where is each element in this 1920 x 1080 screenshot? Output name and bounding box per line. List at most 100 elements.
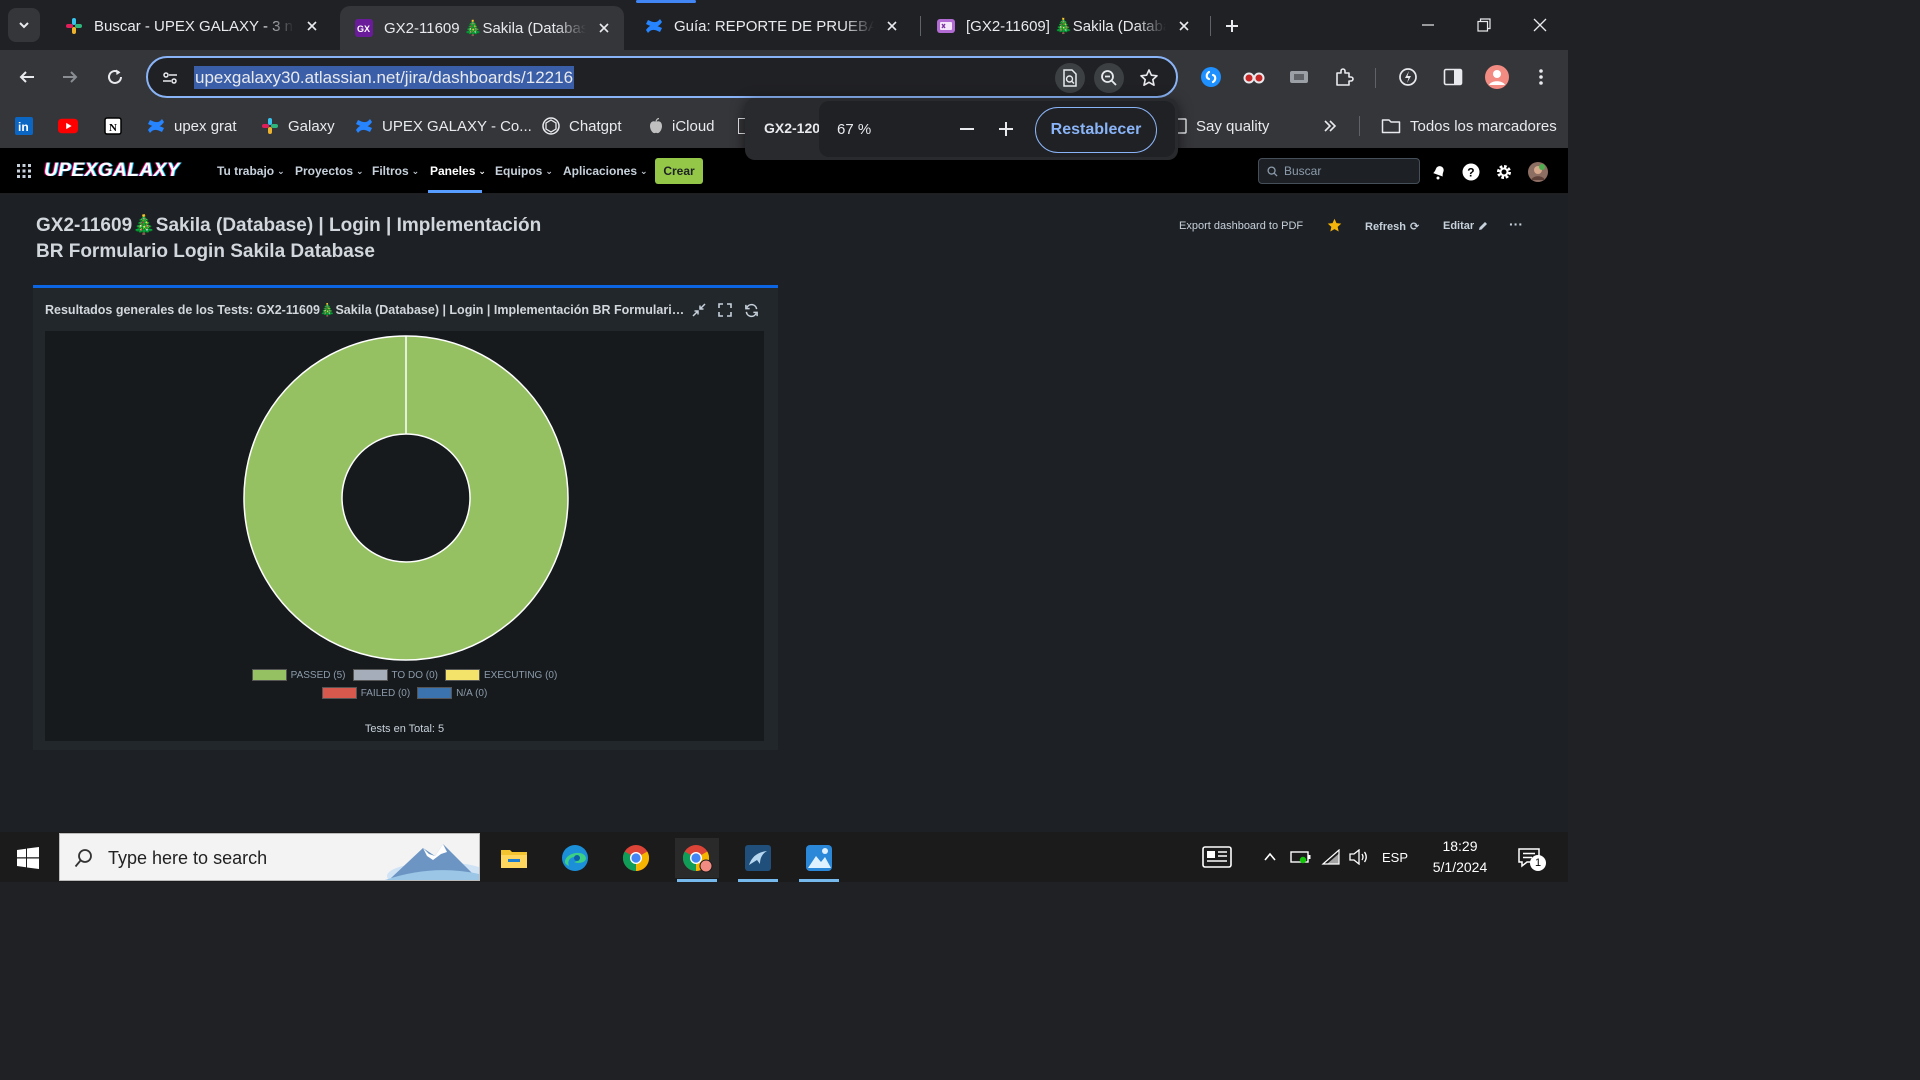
performance-button[interactable] (1392, 61, 1424, 93)
minimize-button[interactable] (1408, 8, 1448, 42)
bookmark-galaxy[interactable]: Galaxy (260, 112, 335, 140)
close-tab-icon[interactable] (882, 16, 902, 36)
close-tab-icon[interactable] (302, 16, 322, 36)
chrome-icon (622, 845, 650, 872)
bookmark-label: UPEX GALAXY - Co... (382, 117, 532, 135)
chrome-button[interactable] (614, 838, 658, 878)
nav-proyectos[interactable]: Proyectos ⌄ (295, 164, 364, 178)
edit-button[interactable]: Editar (1443, 220, 1488, 232)
back-button[interactable] (11, 61, 43, 93)
legend-item-to-do[interactable]: TO DO (0) (352, 669, 438, 681)
close-tab-icon[interactable] (594, 18, 614, 38)
legend-item-n-a[interactable]: N/A (0) (417, 687, 487, 699)
chrome-menu-button[interactable] (1525, 61, 1557, 93)
settings-button[interactable] (1494, 162, 1514, 182)
more-bookmarks-button[interactable] (1322, 112, 1338, 140)
chevron-double-right-icon (1324, 120, 1337, 132)
tab-xray[interactable]: [GX2-11609] 🎄Sakila (Database) (922, 6, 1204, 46)
nav-tu-trabajo[interactable]: Tu trabajo ⌄ (217, 164, 285, 178)
taskbar-search-input[interactable]: Type here to search (59, 833, 480, 881)
address-bar[interactable]: upexgalaxy30.atlassian.net/jira/dashboar… (146, 56, 1178, 98)
close-tab-icon[interactable] (1174, 16, 1194, 36)
restore-button[interactable] (1464, 8, 1504, 42)
bookmark-upex-grat[interactable]: upex grat (146, 112, 237, 140)
tab-confluence[interactable]: Guía: REPORTE DE PRUEBAS (Jira) (630, 6, 912, 46)
legend-label: TO DO (0) (391, 669, 438, 681)
refresh-button[interactable]: Refresh ⟳ (1365, 220, 1420, 234)
arrow-left-icon (19, 71, 34, 83)
tab-slack[interactable]: Buscar - UPEX GALAXY - 3 nuevos elemento… (50, 6, 332, 46)
export-pdf-button[interactable]: Export dashboard to PDF (1179, 220, 1303, 232)
all-bookmarks-folder[interactable]: Todos los marcadores (1380, 112, 1557, 140)
bookmark-say-quality[interactable]: Say quality (1172, 112, 1269, 140)
jira-search-input[interactable]: Buscar (1258, 158, 1420, 184)
legend-item-executing[interactable]: EXECUTING (0) (444, 669, 557, 681)
legend-item-passed[interactable]: PASSED (5) (251, 669, 346, 681)
file-explorer-button[interactable] (492, 838, 536, 878)
bookmark-upex-galaxy[interactable]: UPEX GALAXY - Co... (354, 112, 532, 140)
chevron-down-icon: ⌄ (640, 165, 648, 176)
nav-paneles[interactable]: Paneles ⌄ (430, 164, 486, 178)
nav-selected-indicator (428, 190, 482, 193)
language-indicator[interactable]: ESP (1380, 846, 1410, 868)
side-panel-button[interactable] (1437, 61, 1469, 93)
photos-button[interactable] (797, 838, 841, 882)
zoom-reset-button[interactable]: Restablecer (1035, 107, 1157, 153)
show-hidden-icons-button[interactable] (1260, 846, 1280, 868)
wifi-status[interactable] (1318, 846, 1344, 868)
svg-text:in: in (18, 120, 29, 134)
legend-label: PASSED (5) (290, 669, 346, 681)
volume-button[interactable] (1346, 846, 1370, 868)
extensions-button[interactable] (1328, 61, 1360, 93)
app-switcher-icon[interactable] (16, 163, 32, 179)
new-tab-button[interactable] (1218, 12, 1246, 40)
help-button[interactable]: ? (1461, 162, 1481, 182)
notifications-button[interactable] (1429, 162, 1449, 182)
nav-filtros[interactable]: Filtros ⌄ (372, 164, 419, 178)
donut-chart (243, 335, 569, 661)
bookmark-star-button[interactable] (1134, 63, 1164, 93)
close-window-button[interactable] (1520, 8, 1560, 42)
cast-extension[interactable] (1283, 61, 1315, 93)
system-clock[interactable]: 18:29 5/1/2024 (1424, 836, 1496, 878)
nav-equipos[interactable]: Equipos ⌄ (495, 164, 553, 178)
news-widget-button[interactable] (1200, 846, 1234, 868)
zoom-out-button[interactable] (952, 114, 982, 144)
confluence-icon (644, 16, 664, 36)
more-actions-button[interactable]: ··· (1509, 216, 1523, 232)
battery-status[interactable] (1288, 846, 1314, 868)
edge-button[interactable] (553, 838, 597, 878)
bookmark-notion[interactable]: N (103, 112, 131, 140)
url-text[interactable]: upexgalaxy30.atlassian.net/jira/dashboar… (194, 66, 575, 89)
legend-item-failed[interactable]: FAILED (0) (321, 687, 410, 699)
user-profile-button[interactable] (1528, 162, 1548, 182)
jira-icon (354, 116, 374, 136)
site-info-icon[interactable] (158, 66, 182, 90)
mysql-workbench-button[interactable] (736, 838, 780, 882)
tab-gx2-active[interactable]: GX GX2-11609 🎄Sakila (Database) | Login (340, 6, 624, 50)
bookmark-chatgpt[interactable]: Chatgpt (541, 112, 622, 140)
refresh-gadget-button[interactable] (742, 301, 760, 319)
upex-galaxy-logo[interactable]: UPEXGALAXY (44, 160, 180, 182)
tab-search-button[interactable] (8, 8, 40, 42)
favorite-star-button[interactable] (1327, 218, 1342, 233)
minimize-gadget-button[interactable] (690, 301, 708, 319)
bookmark-youtube[interactable] (58, 112, 86, 140)
fullscreen-gadget-button[interactable] (716, 301, 734, 319)
reload-button[interactable] (99, 61, 131, 93)
shazam-extension[interactable] (1195, 61, 1227, 93)
profile-button[interactable] (1481, 61, 1513, 93)
windows-start-icon[interactable] (16, 846, 40, 870)
refresh-icon: ⟳ (1409, 221, 1420, 233)
notification-center-button[interactable]: 1 (1514, 844, 1546, 872)
bookmark-icloud[interactable]: iCloud (648, 112, 715, 140)
reader-mode-button[interactable] (1055, 63, 1085, 93)
forward-button[interactable] (54, 61, 86, 93)
glasses-extension[interactable] (1238, 61, 1270, 93)
create-button[interactable]: Crear (655, 158, 703, 184)
bookmark-linkedin[interactable]: in (14, 112, 42, 140)
zoom-button[interactable] (1094, 63, 1124, 93)
zoom-in-button[interactable] (991, 114, 1021, 144)
chrome-profile-button[interactable] (675, 838, 719, 882)
nav-aplicaciones[interactable]: Aplicaciones ⌄ (563, 164, 648, 178)
